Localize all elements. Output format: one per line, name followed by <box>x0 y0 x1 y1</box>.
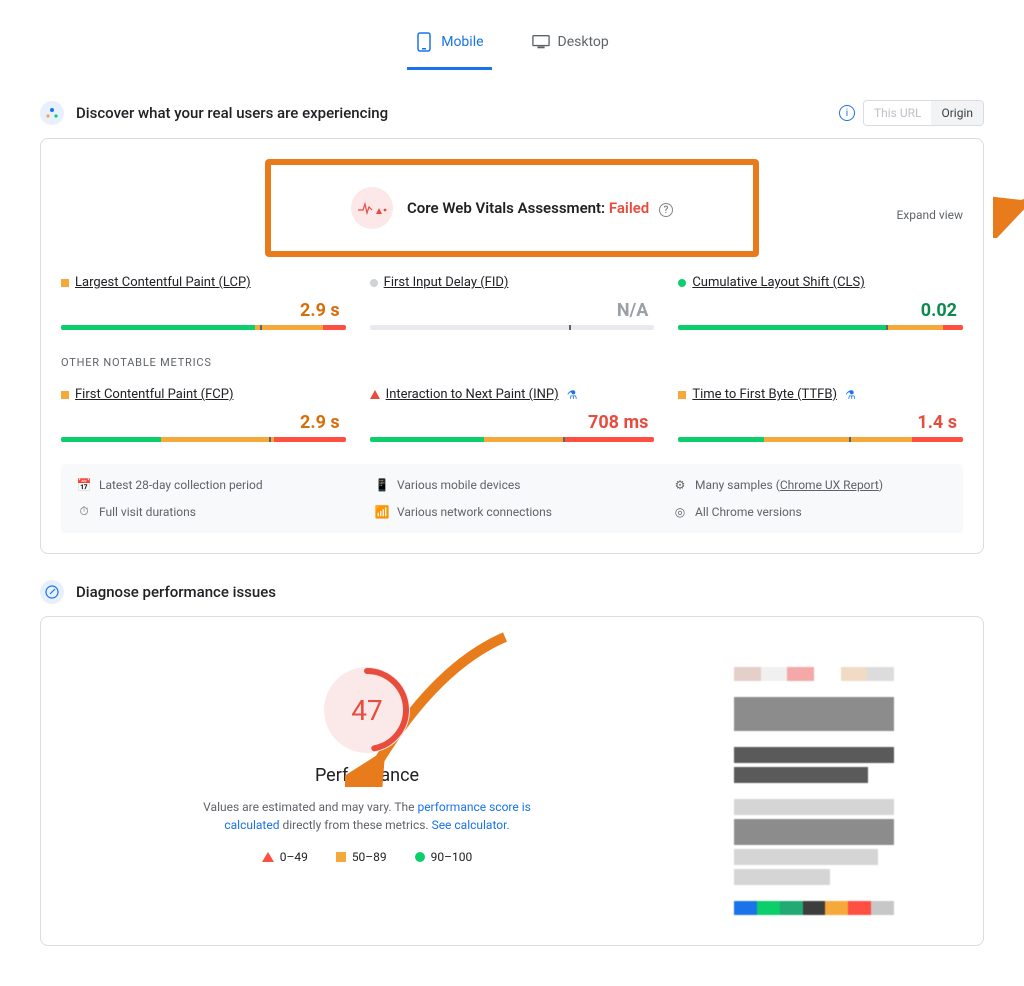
discover-icon <box>40 101 64 125</box>
metric-inp-value: 708 ms <box>370 412 655 433</box>
tab-desktop-label: Desktop <box>558 34 609 50</box>
metric-inp-bar <box>370 437 655 442</box>
calendar-icon: 📅 <box>77 478 91 492</box>
cwv-assessment: Core Web Vitals Assessment: Failed ? <box>265 159 759 257</box>
footer-period: 📅Latest 28-day collection period <box>77 478 351 492</box>
status-dot-fid <box>370 279 378 287</box>
footer-samples: ⚙Many samples (Chrome UX Report) <box>673 478 947 492</box>
crux-link[interactable]: Chrome UX Report <box>780 478 879 492</box>
see-calculator-link[interactable]: See calculator. <box>432 818 510 832</box>
metric-fcp-name[interactable]: First Contentful Paint (FCP) <box>75 387 234 402</box>
page-preview <box>734 667 894 915</box>
device-tabs: Mobile Desktop <box>40 0 984 74</box>
score-legend: 0–49 50–89 90–100 <box>85 850 649 864</box>
metric-inp: Interaction to Next Paint (INP) ⚗ 708 ms <box>370 387 655 442</box>
cwv-label: Core Web Vitals Assessment: <box>407 199 609 217</box>
diagnose-title: Diagnose performance issues <box>76 583 276 601</box>
metric-fid: First Input Delay (FID) N/A <box>370 275 655 330</box>
mobile-icon <box>415 33 433 51</box>
cwv-status: Failed <box>609 199 649 217</box>
legend-high-icon <box>415 852 425 862</box>
performance-score: 47 <box>324 667 410 753</box>
metric-fid-bar <box>370 325 655 330</box>
status-dot-lcp <box>61 279 69 287</box>
metric-fid-value: N/A <box>370 300 655 321</box>
footer-versions: ◎All Chrome versions <box>673 504 947 519</box>
metric-ttfb: Time to First Byte (TTFB) ⚗ 1.4 s <box>678 387 963 442</box>
metric-lcp-bar <box>61 325 346 330</box>
devices-icon: 📱 <box>375 478 389 492</box>
footer-devices: 📱Various mobile devices <box>375 478 649 492</box>
footer-networks: 📶Various network connections <box>375 504 649 519</box>
experimental-icon: ⚗ <box>567 388 578 402</box>
metric-ttfb-name[interactable]: Time to First Byte (TTFB) <box>692 387 837 402</box>
annotation-arrow-1 <box>993 178 1024 238</box>
field-data-card: Core Web Vitals Assessment: Failed ? Exp… <box>40 138 984 554</box>
wifi-icon: 📶 <box>375 505 389 519</box>
collection-footer: 📅Latest 28-day collection period 📱Variou… <box>61 464 963 533</box>
diagnose-head: Diagnose performance issues <box>40 580 984 604</box>
legend-mid-icon <box>336 852 346 862</box>
lab-data-card: 47 Performance Values are estimated and … <box>40 616 984 946</box>
discover-head: Discover what your real users are experi… <box>40 100 984 126</box>
info-icon[interactable]: i <box>839 105 855 121</box>
toggle-origin[interactable]: Origin <box>931 101 983 125</box>
metric-cls-name[interactable]: Cumulative Layout Shift (CLS) <box>692 275 864 290</box>
clock-icon: ⏱ <box>77 504 91 519</box>
tab-desktop[interactable]: Desktop <box>528 25 613 59</box>
toggle-this-url[interactable]: This URL <box>864 101 932 125</box>
metric-lcp-name[interactable]: Largest Contentful Paint (LCP) <box>75 275 251 290</box>
performance-label: Performance <box>85 765 649 786</box>
metric-inp-name[interactable]: Interaction to Next Paint (INP) <box>386 387 559 402</box>
metric-cls-value: 0.02 <box>678 300 963 321</box>
metric-fcp-value: 2.9 s <box>61 412 346 433</box>
metric-fcp: First Contentful Paint (FCP) 2.9 s <box>61 387 346 442</box>
chrome-icon: ◎ <box>673 505 687 519</box>
discover-title: Discover what your real users are experi… <box>76 104 388 122</box>
desktop-icon <box>532 33 550 51</box>
metric-ttfb-bar <box>678 437 963 442</box>
metric-ttfb-value: 1.4 s <box>678 412 963 433</box>
legend-low-icon <box>262 852 274 862</box>
metric-lcp-value: 2.9 s <box>61 300 346 321</box>
metric-fcp-bar <box>61 437 346 442</box>
metric-lcp: Largest Contentful Paint (LCP) 2.9 s <box>61 275 346 330</box>
status-dot-inp <box>370 390 380 399</box>
metric-fid-name[interactable]: First Input Delay (FID) <box>384 275 509 290</box>
help-icon[interactable]: ? <box>659 203 673 217</box>
metric-cls: Cumulative Layout Shift (CLS) 0.02 <box>678 275 963 330</box>
status-dot-cls <box>678 279 686 287</box>
expand-view[interactable]: Expand view <box>896 208 963 222</box>
tab-mobile-label: Mobile <box>441 34 483 50</box>
status-dot-ttfb <box>678 391 686 399</box>
metric-cls-bar <box>678 325 963 330</box>
samples-icon: ⚙ <box>673 478 687 492</box>
other-metrics-label: OTHER NOTABLE METRICS <box>61 356 963 369</box>
tab-mobile[interactable]: Mobile <box>411 25 487 59</box>
url-origin-toggle: This URL Origin <box>863 100 984 126</box>
diagnose-icon <box>40 580 64 604</box>
experimental-icon: ⚗ <box>845 388 856 402</box>
cwv-status-icon <box>351 187 393 229</box>
footer-durations: ⏱Full visit durations <box>77 504 351 519</box>
performance-gauge: 47 <box>324 667 410 753</box>
performance-description: Values are estimated and may vary. The p… <box>187 798 547 834</box>
status-dot-fcp <box>61 391 69 399</box>
